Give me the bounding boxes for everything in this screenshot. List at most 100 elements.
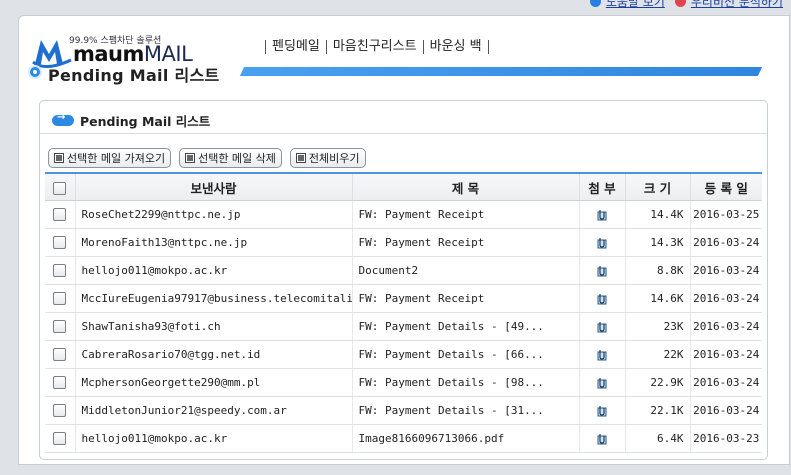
table-row[interactable]: ShawTanisha93@foti.chFW: Payment Details… (45, 313, 762, 341)
sender-cell[interactable]: hellojo011@mokpo.ac.kr (75, 425, 352, 453)
help-link[interactable]: 도움말 보기 (590, 0, 665, 10)
sender-cell[interactable]: RoseChet2299@nttpc.ne.jp (75, 201, 352, 229)
date-cell: 2016-03-24 (690, 313, 762, 341)
delete-selected-button[interactable]: 선택한 메일 삭제 (179, 148, 282, 168)
vision-icon (675, 0, 686, 7)
content-box: Pending Mail 리스트 선택한 메일 가져오기 선택한 메일 삭제 전… (39, 100, 768, 460)
attachment-icon[interactable] (597, 321, 607, 333)
size-cell: 6.4K (625, 425, 690, 453)
action-buttons: 선택한 메일 가져오기 선택한 메일 삭제 전체비우기 (48, 148, 366, 168)
table-row[interactable]: MorenoFaith13@nttpc.ne.jpFW: Payment Rec… (45, 229, 762, 257)
vision-analysis-link-label[interactable]: 우리비전 분석하기 (691, 0, 783, 10)
attachment-icon[interactable] (597, 293, 607, 305)
attachment-icon[interactable] (597, 349, 607, 361)
date-cell: 2016-03-24 (690, 369, 762, 397)
attachment-icon[interactable] (597, 433, 607, 445)
row-select-cell (45, 285, 75, 313)
menu-friend-list[interactable]: 마음친구리스트 (326, 40, 423, 54)
row-checkbox[interactable] (53, 208, 66, 221)
col-attachment[interactable]: 첨 부 (579, 173, 625, 201)
divider (40, 133, 767, 134)
sender-cell[interactable]: MiddletonJunior21@speedy.com.ar (75, 397, 352, 425)
attachment-cell (579, 201, 625, 229)
subject-cell[interactable]: FW: Payment Details - [31... (352, 397, 579, 425)
subject-cell[interactable]: FW: Payment Details - [66... (352, 341, 579, 369)
attachment-cell (579, 229, 625, 257)
title-stripe (240, 67, 762, 76)
attachment-icon[interactable] (597, 265, 607, 277)
subject-cell[interactable]: FW: Payment Details - [98... (352, 369, 579, 397)
sender-cell[interactable]: ShawTanisha93@foti.ch (75, 313, 352, 341)
fetch-selected-button[interactable]: 선택한 메일 가져오기 (48, 148, 171, 168)
spacer-cell (45, 453, 762, 475)
sender-cell[interactable]: hellojo011@mokpo.ac.kr (75, 257, 352, 285)
delete-icon (185, 153, 195, 163)
size-cell: 22K (625, 341, 690, 369)
subject-cell[interactable]: FW: Payment Receipt (352, 201, 579, 229)
table-row[interactable]: hellojo011@mokpo.ac.krImage8166096713066… (45, 425, 762, 453)
size-cell: 14.3K (625, 229, 690, 257)
row-select-cell (45, 397, 75, 425)
row-select-cell (45, 313, 75, 341)
size-cell: 22.1K (625, 397, 690, 425)
row-checkbox[interactable] (53, 264, 66, 277)
row-checkbox[interactable] (53, 432, 66, 445)
title-bullet-icon (28, 65, 42, 79)
col-date[interactable]: 등 록 일 (690, 173, 762, 201)
row-checkbox[interactable] (53, 320, 66, 333)
row-checkbox[interactable] (53, 236, 66, 249)
menu-separator (488, 40, 489, 54)
col-sender[interactable]: 보낸사람 (75, 173, 352, 201)
col-size[interactable]: 크 기 (625, 173, 690, 201)
top-menu: 펜딩메일 마음친구리스트 바운싱 백 (265, 40, 489, 54)
table-row[interactable]: CabreraRosario70@tgg.net.idFW: Payment D… (45, 341, 762, 369)
row-select-cell (45, 425, 75, 453)
top-links: 도움말 보기 우리비전 분석하기 (590, 0, 783, 9)
delete-selected-label: 선택한 메일 삭제 (198, 150, 276, 166)
empty-icon (296, 153, 306, 163)
sender-cell[interactable]: McphersonGeorgette290@mm.pl (75, 369, 352, 397)
table-row[interactable]: hellojo011@mokpo.ac.krDocument28.8K2016-… (45, 257, 762, 285)
row-select-cell (45, 201, 75, 229)
page-title-bar: Pending Mail 리스트 (28, 62, 760, 82)
date-cell: 2016-03-24 (690, 229, 762, 257)
row-checkbox[interactable] (53, 292, 66, 305)
row-select-cell (45, 341, 75, 369)
table-row[interactable]: MiddletonJunior21@speedy.com.arFW: Payme… (45, 397, 762, 425)
row-checkbox[interactable] (53, 376, 66, 389)
select-all-checkbox[interactable] (53, 182, 66, 195)
help-icon (590, 0, 601, 7)
table-row[interactable]: MccIureEugenia97917@business.telecomital… (45, 285, 762, 313)
date-cell: 2016-03-23 (690, 425, 762, 453)
subject-cell[interactable]: FW: Payment Details - [49... (352, 313, 579, 341)
fetch-selected-label: 선택한 메일 가져오기 (67, 150, 165, 166)
empty-all-button[interactable]: 전체비우기 (290, 148, 366, 168)
col-subject[interactable]: 제 목 (352, 173, 579, 201)
row-checkbox[interactable] (53, 404, 66, 417)
attachment-icon[interactable] (597, 209, 607, 221)
attachment-cell (579, 313, 625, 341)
sender-cell[interactable]: MccIureEugenia97917@business.telecomital… (75, 285, 352, 313)
select-all-header (45, 173, 75, 201)
page-title: Pending Mail 리스트 (48, 62, 220, 86)
subject-cell[interactable]: Document2 (352, 257, 579, 285)
attachment-icon[interactable] (597, 377, 607, 389)
sender-cell[interactable]: CabreraRosario70@tgg.net.id (75, 341, 352, 369)
table-spacer-row (45, 453, 762, 475)
table-row[interactable]: McphersonGeorgette290@mm.plFW: Payment D… (45, 369, 762, 397)
date-cell: 2016-03-24 (690, 257, 762, 285)
row-checkbox[interactable] (53, 348, 66, 361)
vision-analysis-link[interactable]: 우리비전 분석하기 (675, 0, 783, 10)
subject-cell[interactable]: Image8166096713066.pdf (352, 425, 579, 453)
attachment-icon[interactable] (597, 405, 607, 417)
menu-bounce-back[interactable]: 바운싱 백 (423, 40, 488, 54)
subject-cell[interactable]: FW: Payment Receipt (352, 285, 579, 313)
menu-pending-mail[interactable]: 펜딩메일 (265, 40, 326, 54)
table-header-row: 보낸사람 제 목 첨 부 크 기 등 록 일 (45, 173, 762, 201)
subject-cell[interactable]: FW: Payment Receipt (352, 229, 579, 257)
sender-cell[interactable]: MorenoFaith13@nttpc.ne.jp (75, 229, 352, 257)
attachment-icon[interactable] (597, 237, 607, 249)
help-link-label[interactable]: 도움말 보기 (606, 0, 665, 10)
table-row[interactable]: RoseChet2299@nttpc.ne.jpFW: Payment Rece… (45, 201, 762, 229)
size-cell: 14.4K (625, 201, 690, 229)
